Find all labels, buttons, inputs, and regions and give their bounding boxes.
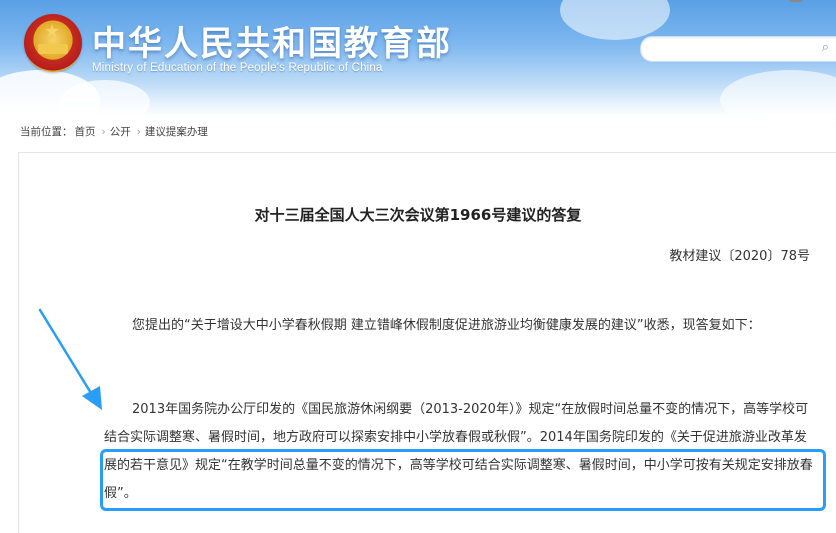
document-reference: 教材建议〔2020〕78号 (669, 249, 810, 264)
annotation-arrow-icon (38, 308, 102, 410)
cloud-decoration (720, 70, 836, 116)
search-icon[interactable]: ⌕ (822, 40, 829, 55)
paragraph-intro: 您提出的“关于增设大中小学春秋假期 建立错峰休假制度促进旅游业均衡健康发展的建议… (132, 318, 761, 333)
breadcrumb-proposals-link[interactable]: 建议提案办理 (145, 126, 208, 138)
top-corner-mark (790, 0, 802, 6)
document-title: 对十三届全国人大三次会议第1966号建议的答复 (254, 206, 582, 224)
breadcrumb-separator: › (101, 126, 106, 138)
search-input[interactable]: ⌕ (640, 36, 836, 62)
cloud-decoration (560, 0, 670, 40)
breadcrumb-home-link[interactable]: 首页 (75, 126, 96, 138)
site-title-en: Ministry of Education of the People's Re… (92, 62, 383, 74)
cloud-decoration (60, 80, 150, 116)
star-icon: ★ (44, 21, 61, 42)
breadcrumb-separator: › (136, 126, 141, 138)
site-title-cn[interactable]: 中华人民共和国教育部 (92, 16, 452, 65)
breadcrumb-public-link[interactable]: 公开 (110, 126, 131, 138)
highlight-box (100, 449, 826, 511)
breadcrumb-prefix: 当前位置： (20, 126, 73, 138)
site-header: ★ 中华人民共和国教育部 Ministry of Education of th… (0, 0, 836, 116)
national-emblem-icon[interactable]: ★ (24, 14, 82, 72)
breadcrumb: 当前位置： 首页 › 公开 › 建议提案办理 (20, 124, 210, 139)
gate-icon (38, 44, 68, 54)
